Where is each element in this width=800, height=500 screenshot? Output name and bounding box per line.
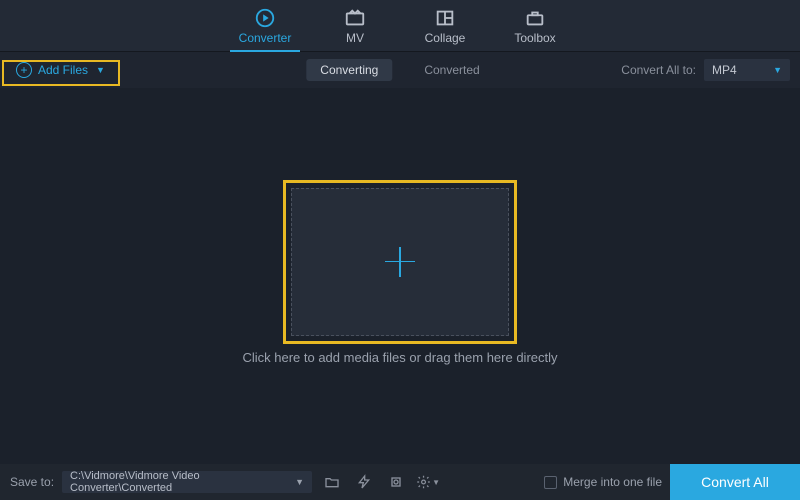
drop-zone-text: Click here to add media files or drag th… (242, 350, 557, 365)
add-files-button[interactable]: + Add Files ▼ (10, 58, 115, 82)
plus-circle-icon: + (16, 62, 32, 78)
toolbox-icon (524, 9, 546, 27)
merge-label: Merge into one file (563, 475, 662, 489)
folder-icon (324, 474, 340, 490)
chevron-down-icon: ▼ (773, 65, 782, 75)
nav-collage[interactable]: Collage (400, 9, 490, 51)
tab-converting[interactable]: Converting (306, 59, 392, 81)
status-tabs: Converting Converted (306, 59, 493, 81)
chevron-down-icon: ▼ (432, 478, 440, 487)
settings-button[interactable]: ▼ (416, 471, 440, 493)
merge-option[interactable]: Merge into one file (544, 475, 662, 489)
collage-icon (434, 9, 456, 27)
plus-icon (385, 247, 415, 277)
bolt-icon (356, 474, 372, 490)
tab-converted[interactable]: Converted (410, 59, 493, 81)
converter-icon (254, 9, 276, 27)
nav-mv[interactable]: MV (310, 9, 400, 51)
hw-accel-button[interactable] (352, 471, 376, 493)
chevron-down-icon: ▼ (96, 65, 105, 75)
convert-all-label: Convert All to: (621, 63, 696, 77)
gpu-button[interactable] (384, 471, 408, 493)
bottom-bar: Save to: C:\Vidmore\Vidmore Video Conver… (0, 464, 800, 500)
format-select[interactable]: MP4 ▼ (704, 59, 790, 81)
nav-label: Collage (425, 31, 466, 45)
save-path-select[interactable]: C:\Vidmore\Vidmore Video Converter\Conve… (62, 471, 312, 493)
format-value: MP4 (712, 63, 737, 77)
main-area: Click here to add media files or drag th… (0, 88, 800, 464)
open-folder-button[interactable] (320, 471, 344, 493)
nav-converter[interactable]: Converter (220, 9, 310, 51)
nav-toolbox[interactable]: Toolbox (490, 9, 580, 51)
secondary-bar: + Add Files ▼ Converting Converted Conve… (0, 52, 800, 88)
nav-label: Converter (239, 31, 292, 45)
convert-all-to: Convert All to: MP4 ▼ (621, 59, 790, 81)
chevron-down-icon: ▼ (295, 477, 304, 487)
drop-zone-wrap (291, 188, 509, 336)
save-path-value: C:\Vidmore\Vidmore Video Converter\Conve… (70, 470, 295, 494)
convert-all-button[interactable]: Convert All (670, 464, 800, 500)
add-files-label: Add Files (38, 63, 88, 77)
merge-checkbox[interactable] (544, 476, 557, 489)
chip-icon (388, 474, 404, 490)
nav-label: MV (346, 31, 364, 45)
mv-icon (344, 9, 366, 27)
top-nav: Converter MV Collage Toolbox (0, 0, 800, 52)
gear-icon (416, 474, 431, 490)
save-to-label: Save to: (10, 475, 54, 489)
nav-label: Toolbox (514, 31, 555, 45)
